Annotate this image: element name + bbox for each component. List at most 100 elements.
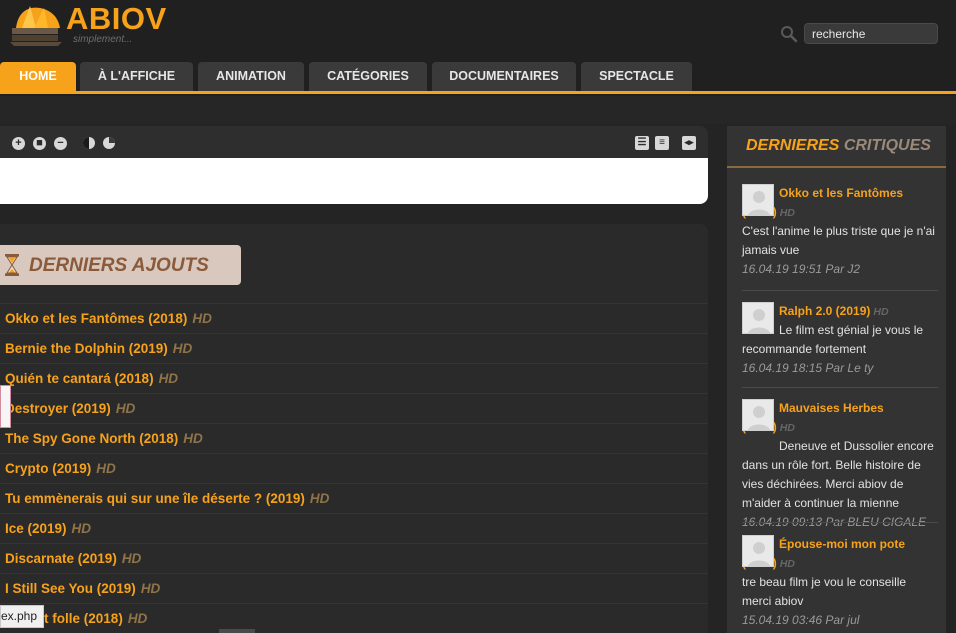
list-item[interactable]: Quién te cantará (2018) HD [0, 363, 708, 393]
movie-title[interactable]: Bernie the Dolphin (2019) [5, 341, 168, 356]
logo-tagline: simplement... [73, 34, 133, 45]
review-meta: 15.04.19 03:46 Par jul [742, 613, 860, 627]
list-item[interactable]: ere est folle (2018) HD [0, 603, 708, 633]
avatar [742, 399, 774, 431]
review-item[interactable]: Okko et les Fantômes (2018)HDC'est l'ani… [742, 184, 938, 279]
movie-title[interactable]: Tu emmènerais qui sur une île déserte ? … [5, 491, 305, 506]
avatar [742, 184, 774, 216]
arrows-icon[interactable]: ◂▸ [682, 136, 696, 150]
main-nav: HOME À L'AFFICHE ANIMATION CATÉGORIES DO… [0, 62, 956, 94]
movie-title-link[interactable]: Discarnate (2019) HD [5, 551, 141, 566]
user-silhouette-icon [747, 309, 771, 333]
hd-badge: HD [127, 611, 148, 626]
movie-title-link[interactable]: Ice (2019) HD [5, 521, 91, 536]
list-item[interactable]: Ice (2019) HD [0, 513, 708, 543]
reviews-heading-secondary: CRITIQUES [843, 137, 931, 154]
reviews-heading-bar: DERNIERES CRITIQUES [727, 126, 946, 168]
grid-icon[interactable]: ≡ [655, 136, 669, 150]
tab-spectacle[interactable]: SPECTACLE [581, 62, 692, 91]
review-item[interactable]: Épouse-moi mon pote (2017)HDtre beau fil… [742, 535, 938, 630]
review-body: C'est l'anime le plus triste que je n'ai… [742, 224, 935, 257]
status-bar-url: ex.php [0, 605, 45, 628]
list-item[interactable]: Tu emmènerais qui sur une île déserte ? … [0, 483, 708, 513]
list-item[interactable]: Discarnate (2019) HD [0, 543, 708, 573]
movie-title[interactable]: Discarnate (2019) [5, 551, 117, 566]
movie-title[interactable]: Quién te cantará (2018) [5, 371, 154, 386]
minus-icon[interactable]: − [54, 137, 67, 150]
hd-badge: HD [779, 207, 795, 219]
review-meta: 16.04.19 18:15 Par Le ty [742, 361, 874, 375]
section-heading: DERNIERS AJOUTS [29, 255, 209, 276]
movie-title-link[interactable]: Quién te cantará (2018) HD [5, 371, 178, 386]
review-item[interactable]: Ralph 2.0 (2019) HD Le film est génial je … [742, 302, 938, 378]
reviews-sidebar: DERNIERES CRITIQUES Okko et les Fantômes… [727, 126, 946, 633]
movie-title-link[interactable]: Okko et les Fantômes (2018) HD [5, 311, 212, 326]
movie-title-link[interactable]: Bernie the Dolphin (2019) HD [5, 341, 192, 356]
contrast-icon[interactable] [82, 136, 96, 150]
movie-title[interactable]: The Spy Gone North (2018) [5, 431, 178, 446]
search-icon[interactable] [780, 25, 798, 43]
movie-title-link[interactable]: The Spy Gone North (2018) HD [5, 431, 203, 446]
page: ABIOV simplement... HOME À L'AFFICHE ANI… [0, 0, 956, 633]
tab-categories[interactable]: CATÉGORIES [309, 62, 427, 91]
user-silhouette-icon [747, 542, 771, 566]
list-item[interactable]: Crypto (2019) HD [0, 453, 708, 483]
list-item[interactable]: Okko et les Fantômes (2018) HD [0, 303, 708, 333]
tab-animation[interactable]: ANIMATION [198, 62, 304, 91]
list-item[interactable]: I Still See You (2019) HD [0, 573, 708, 603]
section-heading-box: DERNIERS AJOUTS [0, 245, 241, 285]
tab-home[interactable]: HOME [0, 62, 76, 91]
brightness-icon[interactable] [102, 136, 116, 150]
hd-badge: HD [779, 558, 795, 570]
movie-title-link[interactable]: Destroyer (2019) HD [5, 401, 135, 416]
hd-badge: HD [779, 422, 795, 434]
review-divider [742, 522, 938, 523]
review-divider [742, 387, 938, 388]
review-divider [742, 290, 938, 291]
hd-badge: HD [158, 371, 179, 386]
site-header: ABIOV simplement... HOME À L'AFFICHE ANI… [0, 0, 956, 96]
hd-badge: HD [309, 491, 330, 506]
hd-badge: HD [172, 341, 193, 356]
review-meta: 16.04.19 19:51 Par J2 [742, 262, 861, 276]
movie-title[interactable]: Destroyer (2019) [5, 401, 111, 416]
scroll-indicator[interactable] [219, 629, 255, 633]
list-item[interactable]: Destroyer (2019) HD [0, 393, 708, 423]
user-silhouette-icon [747, 406, 771, 430]
latest-additions-panel: DERNIERS AJOUTS Okko et les Fantômes (20… [0, 224, 708, 633]
movie-title-link[interactable]: Tu emmènerais qui sur une île déserte ? … [5, 491, 329, 506]
tab-a-laffiche[interactable]: À L'AFFICHE [80, 62, 193, 91]
header-separator [0, 96, 956, 124]
stop-icon[interactable]: ■ [33, 137, 46, 150]
movie-title[interactable]: I Still See You (2019) [5, 581, 136, 596]
list-item[interactable]: Bernie the Dolphin (2019) HD [0, 333, 708, 363]
review-title[interactable]: Ralph 2.0 (2019) [779, 304, 870, 318]
hd-badge: HD [140, 581, 161, 596]
review-item[interactable]: Mauvaises Herbes (2018)HDDeneuve et Duss… [742, 399, 938, 532]
hd-badge: HD [115, 401, 136, 416]
movie-title[interactable]: Crypto (2019) [5, 461, 91, 476]
hourglass-icon [5, 254, 19, 276]
user-silhouette-icon [747, 191, 771, 215]
hd-badge: HD [192, 311, 212, 326]
movie-title-link[interactable]: Crypto (2019) HD [5, 461, 116, 476]
movie-title-link[interactable]: I Still See You (2019) HD [5, 581, 160, 596]
movie-title[interactable]: Ice (2019) [5, 521, 67, 536]
movie-title[interactable]: Okko et les Fantômes (2018) [5, 311, 187, 326]
hd-badge: HD [121, 551, 142, 566]
list-item[interactable]: The Spy Gone North (2018) HD [0, 423, 708, 453]
reviews-heading: DERNIERES CRITIQUES [746, 137, 931, 155]
search-input[interactable] [804, 23, 938, 44]
logo-text[interactable]: ABIOV [66, 1, 167, 37]
status-bar-text: ex.php [1, 609, 38, 623]
player-panel: + ■ − ☰ ≡ ◂▸ [0, 126, 708, 204]
player-content-area[interactable] [0, 158, 708, 204]
tab-documentaires[interactable]: DOCUMENTAIRES [432, 62, 576, 91]
logo-icon[interactable] [8, 2, 64, 46]
plus-icon[interactable]: + [12, 137, 25, 150]
avatar [742, 535, 774, 567]
scroll-marker[interactable] [0, 385, 11, 428]
avatar [742, 302, 774, 334]
list-icon[interactable]: ☰ [635, 136, 649, 150]
review-body: Deneuve et Dussolier encore dans un rôle… [742, 439, 934, 510]
